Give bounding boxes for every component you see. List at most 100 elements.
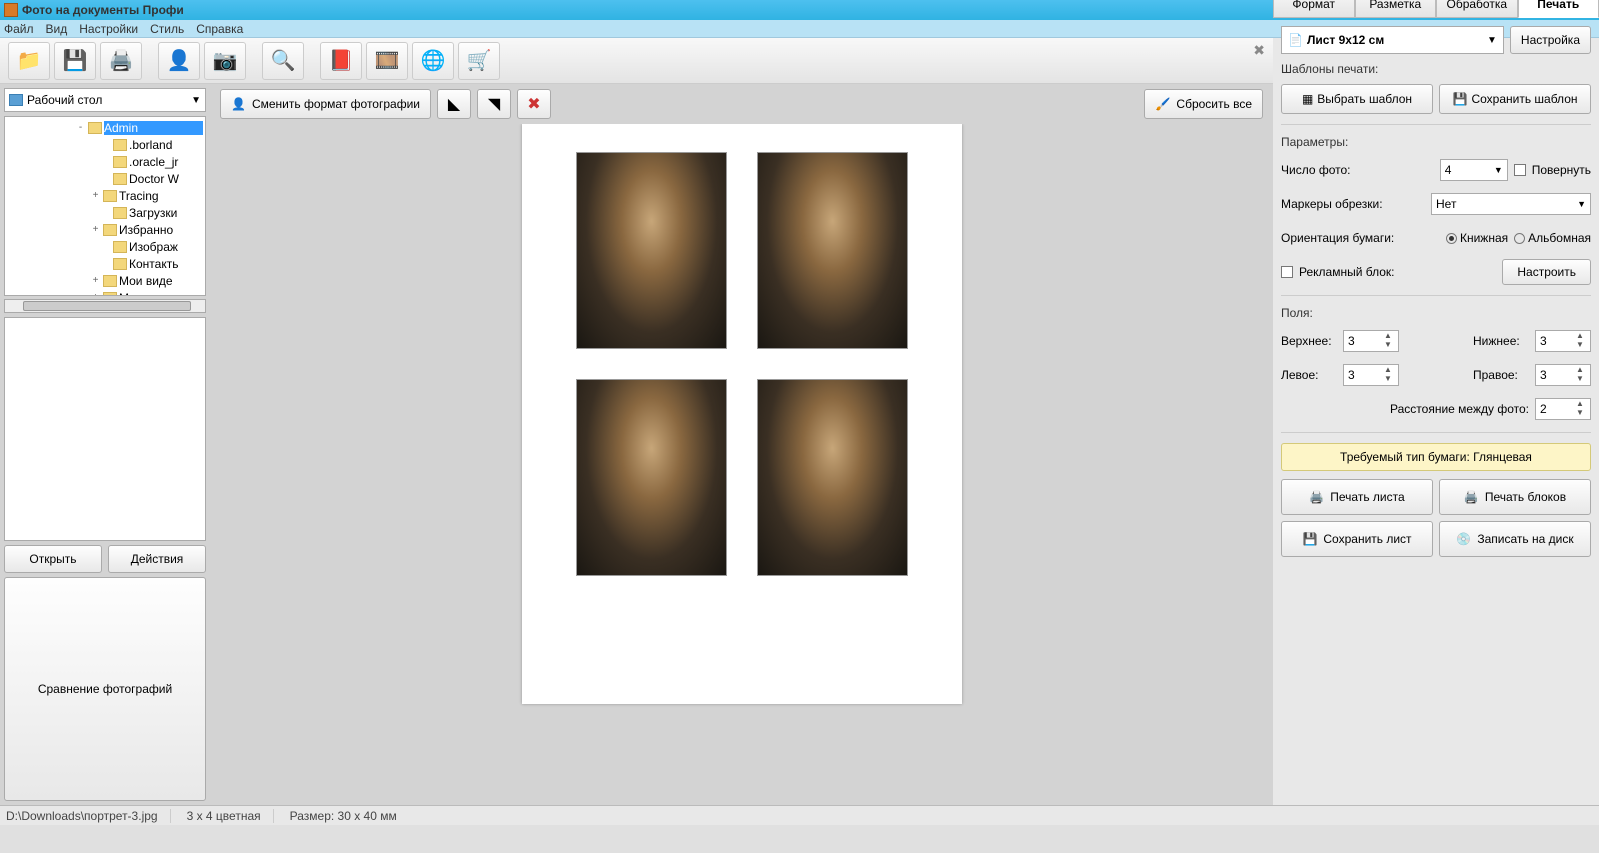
- tree-item[interactable]: .borland: [5, 136, 205, 153]
- floppy-icon: 💾: [1302, 532, 1317, 546]
- tab-layout[interactable]: Разметка: [1355, 0, 1437, 18]
- print-canvas[interactable]: [210, 124, 1273, 805]
- print-page: [522, 124, 962, 704]
- photo-slot-2[interactable]: [757, 152, 908, 349]
- ad-block-checkbox[interactable]: [1281, 266, 1293, 278]
- configure-ad-button[interactable]: Настроить: [1502, 259, 1591, 285]
- margin-top-input[interactable]: 3▲▼: [1343, 330, 1399, 352]
- desktop-icon: [9, 94, 23, 106]
- save-button[interactable]: 💾: [54, 42, 96, 80]
- margin-right-input[interactable]: 3▲▼: [1535, 364, 1591, 386]
- menu-view[interactable]: Вид: [46, 22, 68, 36]
- tree-item[interactable]: Загрузки: [5, 204, 205, 221]
- photo-slot-4[interactable]: [757, 379, 908, 576]
- open-folder-button[interactable]: 📁: [8, 42, 50, 80]
- toolbar-close-icon[interactable]: ✖: [1253, 42, 1265, 59]
- tree-item[interactable]: Изображ: [5, 238, 205, 255]
- params-label: Параметры:: [1281, 135, 1591, 149]
- margin-left-input[interactable]: 3▲▼: [1343, 364, 1399, 386]
- tree-item[interactable]: Контакть: [5, 255, 205, 272]
- rotate-label: Повернуть: [1532, 163, 1591, 177]
- tree-item[interactable]: -Admin: [5, 119, 205, 136]
- delete-button[interactable]: ✖: [517, 89, 551, 119]
- paper-requirement-bar: Требуемый тип бумаги: Глянцевая: [1281, 443, 1591, 471]
- sheet-settings-button[interactable]: Настройка: [1510, 26, 1591, 54]
- tab-print[interactable]: Печать: [1518, 0, 1599, 18]
- root-folder-label: Рабочий стол: [27, 93, 102, 107]
- help-button[interactable]: 📕: [320, 42, 362, 80]
- flip-vertical-button[interactable]: ◥: [477, 89, 511, 119]
- spacing-input[interactable]: 2▲▼: [1535, 398, 1591, 420]
- save-template-button[interactable]: 💾Сохранить шаблон: [1439, 84, 1591, 114]
- photo-slot-3[interactable]: [576, 379, 727, 576]
- disc-icon: 💿: [1456, 532, 1471, 546]
- ad-block-label: Рекламный блок:: [1299, 265, 1394, 279]
- margin-bottom-input[interactable]: 3▲▼: [1535, 330, 1591, 352]
- grid-icon: ▦: [1302, 92, 1313, 106]
- status-mode: 3 x 4 цветная: [187, 809, 274, 823]
- menu-help[interactable]: Справка: [196, 22, 243, 36]
- margin-left-label: Левое:: [1281, 368, 1337, 382]
- blocks-icon: 🖨️: [1464, 490, 1479, 504]
- left-panel: Рабочий стол ▼ -Admin.borland.oracle_jrD…: [0, 84, 210, 805]
- app-title: Фото на документы Профи: [22, 3, 184, 17]
- margins-label: Поля:: [1281, 306, 1591, 320]
- tree-item[interactable]: Doctor W: [5, 170, 205, 187]
- right-tabs: Формат Разметка Обработка Печать: [1273, 0, 1599, 18]
- photo-count-input[interactable]: 4▼: [1440, 159, 1508, 181]
- print-button[interactable]: 🖨️: [100, 42, 142, 80]
- reset-all-button[interactable]: 🖌️ Сбросить все: [1144, 89, 1263, 119]
- photo-slot-1[interactable]: [576, 152, 727, 349]
- menu-style[interactable]: Стиль: [150, 22, 184, 36]
- print-sheet-button[interactable]: 🖨️Печать листа: [1281, 479, 1433, 515]
- save-sheet-button[interactable]: 💾Сохранить лист: [1281, 521, 1433, 557]
- root-folder-combo[interactable]: Рабочий стол ▼: [4, 88, 206, 112]
- image-search-button[interactable]: 🔍: [262, 42, 304, 80]
- actions-button[interactable]: Действия: [108, 545, 206, 573]
- templates-label: Шаблоны печати:: [1281, 62, 1591, 76]
- margin-right-label: Правое:: [1473, 368, 1529, 382]
- crop-markers-select[interactable]: Нет▼: [1431, 193, 1591, 215]
- camera-button[interactable]: 📷: [204, 42, 246, 80]
- sheet-size-select[interactable]: 📄 Лист 9x12 см ▼: [1281, 26, 1504, 54]
- brush-icon: 🖌️: [1155, 97, 1170, 111]
- print-blocks-button[interactable]: 🖨️Печать блоков: [1439, 479, 1591, 515]
- orientation-landscape-radio[interactable]: Альбомная: [1514, 231, 1591, 245]
- tree-item[interactable]: +Избранно: [5, 221, 205, 238]
- flip-horizontal-button[interactable]: ◣: [437, 89, 471, 119]
- cart-button[interactable]: 🛒: [458, 42, 500, 80]
- app-icon: [4, 3, 18, 17]
- orientation-label: Ориентация бумаги:: [1281, 231, 1394, 245]
- menu-file[interactable]: Файл: [4, 22, 34, 36]
- change-format-button[interactable]: 👤 Сменить формат фотографии: [220, 89, 431, 119]
- tree-item[interactable]: +Мои доку: [5, 289, 205, 296]
- tree-item[interactable]: .oracle_jr: [5, 153, 205, 170]
- tab-processing[interactable]: Обработка: [1436, 0, 1518, 18]
- tree-item[interactable]: +Мои виде: [5, 272, 205, 289]
- select-template-button[interactable]: ▦Выбрать шаблон: [1281, 84, 1433, 114]
- crop-markers-label: Маркеры обрезки:: [1281, 197, 1383, 211]
- save-icon: 💾: [1453, 92, 1468, 106]
- menu-settings[interactable]: Настройки: [79, 22, 138, 36]
- rotate-checkbox[interactable]: [1514, 164, 1526, 176]
- thumbnail-preview-area: [4, 317, 206, 541]
- photo-count-label: Число фото:: [1281, 163, 1351, 177]
- status-path: D:\Downloads\портрет-3.jpg: [6, 809, 171, 823]
- margin-bottom-label: Нижнее:: [1473, 334, 1529, 348]
- printer-icon: 🖨️: [1309, 490, 1324, 504]
- folder-tree[interactable]: -Admin.borland.oracle_jrDoctor W+Tracing…: [4, 116, 206, 296]
- margin-top-label: Верхнее:: [1281, 334, 1337, 348]
- open-button[interactable]: Открыть: [4, 545, 102, 573]
- person-button[interactable]: 👤: [158, 42, 200, 80]
- video-button[interactable]: 🎞️: [366, 42, 408, 80]
- tree-hscrollbar[interactable]: [4, 299, 206, 313]
- compare-photos-button[interactable]: Сравнение фотографий: [4, 577, 206, 801]
- status-size: Размер: 30 x 40 мм: [290, 809, 397, 823]
- web-button[interactable]: 🌐: [412, 42, 454, 80]
- burn-disk-button[interactable]: 💿Записать на диск: [1439, 521, 1591, 557]
- right-panel: Формат Разметка Обработка Печать 📄 Лист …: [1273, 38, 1599, 805]
- tab-format[interactable]: Формат: [1273, 0, 1355, 18]
- tree-item[interactable]: +Tracing: [5, 187, 205, 204]
- spacing-label: Расстояние между фото:: [1390, 402, 1529, 416]
- orientation-portrait-radio[interactable]: Книжная: [1446, 231, 1508, 245]
